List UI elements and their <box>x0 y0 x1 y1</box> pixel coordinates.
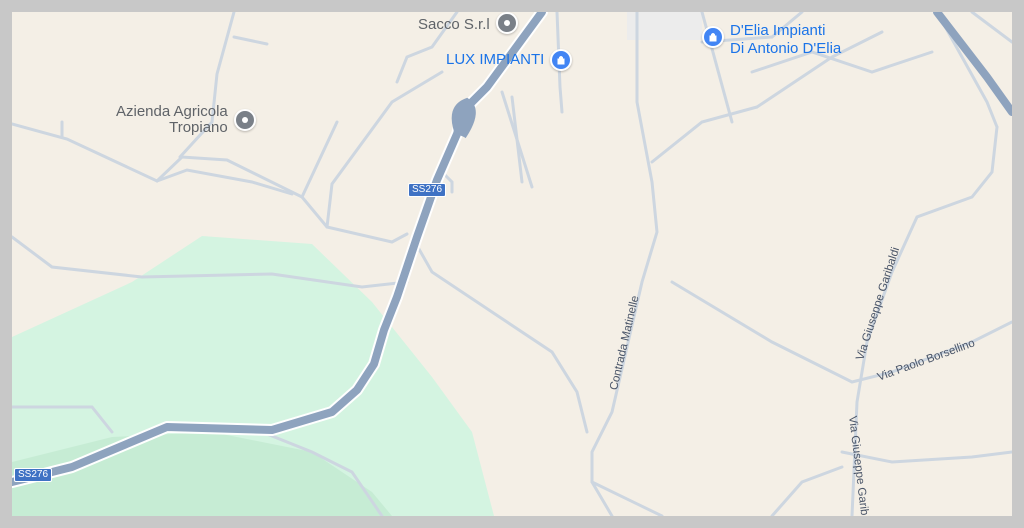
shopping-bag-icon <box>550 49 573 71</box>
place-pin-icon <box>233 109 256 131</box>
poi-delia-impianti[interactable]: D'Elia Impianti Di Antonio D'Elia <box>702 22 841 58</box>
poi-label: Azienda Agricola Tropiano <box>116 103 228 136</box>
highway-northeast <box>933 12 1012 116</box>
place-pin-icon <box>495 12 518 34</box>
map-frame[interactable]: Sacco S.r.l LUX IMPIANTI D'Elia Impianti… <box>12 12 1012 516</box>
map-canvas[interactable] <box>12 12 1012 516</box>
highway-junction <box>451 97 476 139</box>
road-shield-ss276: SS276 <box>408 183 447 197</box>
poi-label: D'Elia Impianti Di Antonio D'Elia <box>730 22 842 57</box>
poi-azienda-agricola[interactable]: Azienda Agricola Tropiano <box>116 104 256 136</box>
road-shield-ss276: SS276 <box>14 468 53 482</box>
poi-label: Sacco S.r.l <box>418 16 490 33</box>
poi-label: LUX IMPIANTI <box>446 51 545 68</box>
shopping-bag-icon <box>702 26 724 48</box>
poi-lux-impianti[interactable]: LUX IMPIANTI <box>446 49 573 71</box>
poi-sacco[interactable]: Sacco S.r.l <box>418 12 518 34</box>
